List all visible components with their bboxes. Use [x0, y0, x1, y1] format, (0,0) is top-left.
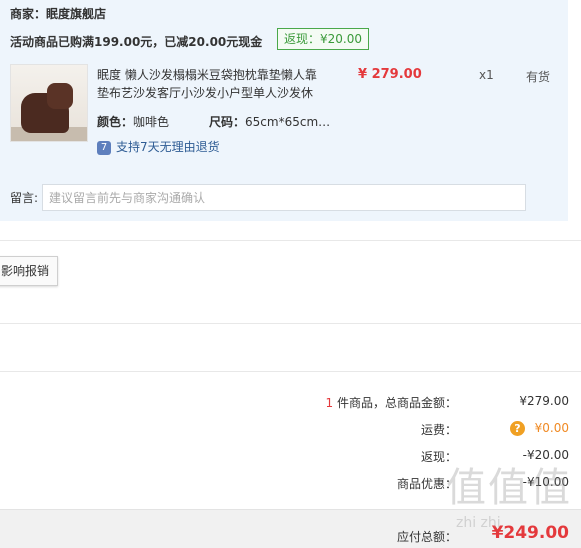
shipping-value: ¥0.00 [534, 421, 569, 435]
product-thumbnail[interactable] [10, 64, 88, 142]
size-value: 65cm*65cm… [245, 115, 331, 129]
total-label: 应付总额： [396, 530, 457, 544]
message-label: 留言: [10, 191, 39, 205]
goods-total-value: ¥279.00 [519, 394, 569, 408]
summary-goods-row: 1 件商品，总商品金额： ¥279.00 [0, 394, 581, 414]
goods-count-label: 1 件商品，总商品金额： [326, 394, 457, 411]
size-key: 尺码： [209, 115, 246, 129]
message-input[interactable] [42, 184, 526, 211]
shipping-help-icon[interactable]: ? [510, 421, 525, 436]
color-key: 颜色： [97, 115, 134, 129]
summary-cashback-row: 返现： -¥20.00 [0, 448, 581, 468]
color-value: 咖啡色 [133, 115, 170, 129]
cashback-value: -¥20.00 [522, 448, 569, 462]
total-bar: 应付总额： ¥249.00 [0, 509, 581, 548]
rebate-badge: 返现：¥20.00 [277, 28, 369, 50]
summary-shipping-row: 运费： ? ¥0.00 [0, 421, 581, 441]
shipping-label: 运费： [420, 423, 457, 437]
discount-label: 商品优惠： [396, 477, 457, 491]
promotion-text: 活动商品已购满199.00元，已减20.00元现金 [10, 35, 263, 49]
product-size-attr: 尺码：65cm*65cm… [209, 113, 330, 130]
total-value: ¥249.00 [491, 523, 569, 543]
cashback-label: 返现： [420, 450, 457, 464]
invoice-button[interactable]: 影响报销 [0, 256, 59, 286]
thumbnail-beanbag-top [47, 83, 73, 109]
return-policy[interactable]: 7 支持7天无理由退货 [97, 138, 220, 155]
goods-total-label: 件商品，总商品金额： [333, 396, 457, 410]
return-policy-text: 支持7天无理由退货 [116, 140, 220, 154]
product-name-link[interactable]: 眠度 懒人沙发榻榻米豆袋抱枕靠垫懒人靠垫布艺沙发客厅小沙发小户型单人沙发休 [97, 66, 325, 102]
divider [0, 240, 581, 241]
shop-order-panel: 商家：眠度旗舰店 活动商品已购满199.00元，已减20.00元现金 返现：¥2… [0, 0, 568, 221]
divider [0, 323, 581, 324]
divider [0, 371, 581, 372]
product-color-attr: 颜色：咖啡色 [97, 113, 169, 130]
discount-value: -¥10.00 [522, 475, 569, 489]
product-quantity: x1 [479, 68, 494, 82]
seller-name: 商家：眠度旗舰店 [10, 7, 107, 21]
return-7day-icon: 7 [97, 140, 111, 155]
summary-discount-row: 商品优惠： -¥10.00 [0, 475, 581, 495]
product-price: ¥ 279.00 [358, 67, 422, 82]
stock-status: 有货 [526, 70, 551, 84]
